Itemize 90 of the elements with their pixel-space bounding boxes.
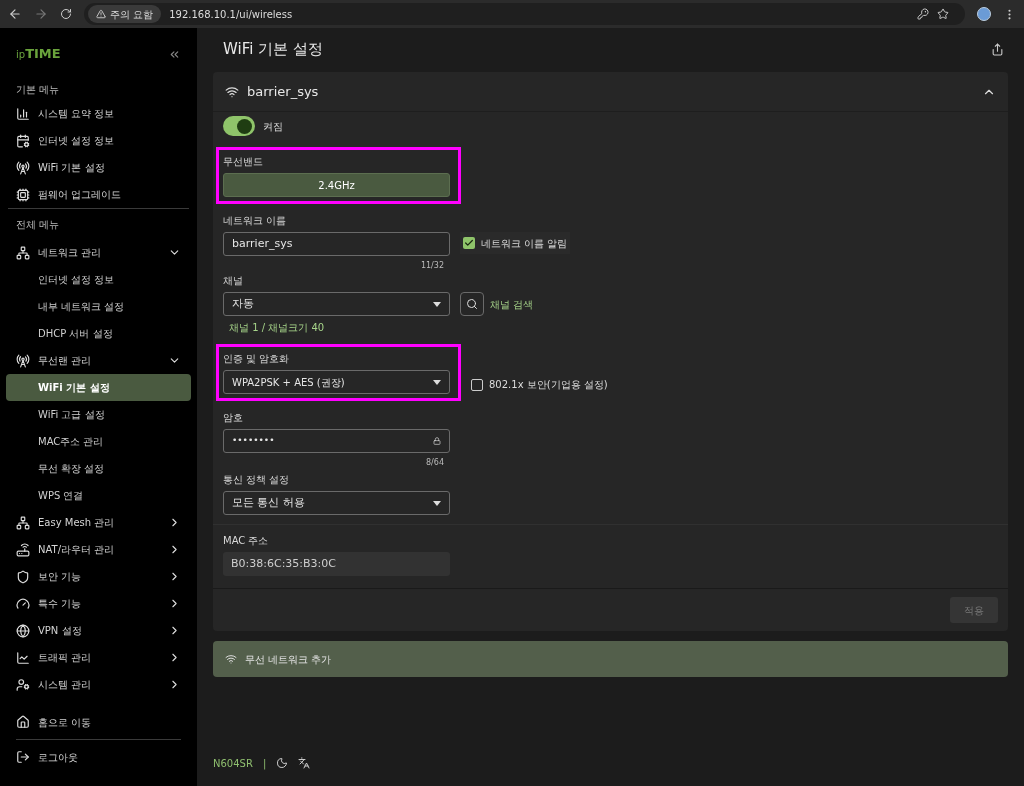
warning-icon xyxy=(96,9,106,19)
sidebar-item[interactable]: 무선랜 관리 xyxy=(0,347,197,374)
dark-mode-icon[interactable] xyxy=(276,757,289,769)
home-icon xyxy=(16,715,30,729)
address-bar[interactable]: 192.168.10.1/ui/wireless xyxy=(169,6,293,22)
sidebar-item[interactable]: 네트워크 관리 xyxy=(0,239,197,266)
sidebar-item[interactable]: 홈으로 이동 xyxy=(0,705,197,739)
reload-icon[interactable] xyxy=(60,8,72,20)
logout-icon xyxy=(16,750,30,764)
chip-icon xyxy=(16,187,30,202)
page-title: WiFi 기본 설정 xyxy=(223,38,323,60)
section-title: 전체 메뉴 xyxy=(15,217,61,232)
dropdown-caret-icon xyxy=(433,500,441,506)
char-counter: 8/64 xyxy=(426,457,444,469)
field-label: 네트워크 이름 xyxy=(223,214,288,228)
sidebar-item[interactable]: Easy Mesh 관리 xyxy=(0,509,197,536)
gauge-icon xyxy=(16,596,30,611)
sidebar-item[interactable]: VPN 설정 xyxy=(0,617,197,644)
select-field[interactable]: WPA2PSK + AES (권장) xyxy=(223,370,450,394)
band-button[interactable]: 2.4GHz xyxy=(223,173,450,197)
sidebar-item[interactable]: 로그아웃 xyxy=(0,740,197,774)
sidebar-item[interactable]: NAT/라우터 관리 xyxy=(0,536,197,563)
router-icon xyxy=(16,542,30,557)
section-title: 기본 메뉴 xyxy=(15,82,61,97)
line-chart-icon xyxy=(16,650,30,665)
switch-label: 켜짐 xyxy=(263,119,283,134)
sidebar-subitem[interactable]: WiFi 고급 설정 xyxy=(0,401,197,428)
sidebar-subitem[interactable]: WPS 연결 xyxy=(0,482,197,509)
checkbox-label: 네트워크 이름 알림 xyxy=(481,236,568,251)
char-counter: 11/32 xyxy=(420,260,445,272)
sidebar-subitem[interactable]: WiFi 기본 설정 xyxy=(6,374,191,401)
field-label: MAC 주소 xyxy=(223,534,270,548)
language-icon[interactable] xyxy=(298,757,311,769)
profile-avatar[interactable] xyxy=(977,7,991,21)
back-icon[interactable] xyxy=(8,7,22,21)
sidebar-item[interactable]: 시스템 관리 xyxy=(0,671,197,698)
separator: | xyxy=(262,756,267,771)
sidebar-item[interactable]: WiFi 기본 설정 xyxy=(0,154,197,181)
network-icon xyxy=(16,245,30,260)
sidebar-item[interactable]: 펌웨어 업그레이드 xyxy=(0,181,197,208)
channel-info: 채널 1 / 채널크기 40 xyxy=(228,321,326,335)
bar-chart-icon xyxy=(16,106,30,121)
field-label: 암호 xyxy=(223,411,244,425)
field-label: 통신 정책 설정 xyxy=(223,473,291,487)
logo: ipTIME xyxy=(16,45,61,64)
network-name: barrier_sys xyxy=(247,82,319,101)
dropdown-caret-icon xyxy=(433,379,441,385)
field-label: 인증 및 암호화 xyxy=(223,352,291,366)
forward-icon[interactable] xyxy=(34,7,48,21)
select-field[interactable]: 모든 통신 허용 xyxy=(223,491,450,515)
sidebar-subitem[interactable]: MAC주소 관리 xyxy=(0,428,197,455)
key-icon[interactable] xyxy=(917,8,929,20)
network-name-field[interactable]: barrier_sys xyxy=(223,232,450,256)
search-icon xyxy=(466,298,478,310)
sidebar-subitem[interactable]: 무선 확장 설정 xyxy=(0,455,197,482)
checkbox-label: 802.1x 보안(기업용 설정) xyxy=(489,378,608,392)
sidebar-item[interactable]: 시스템 요약 정보 xyxy=(0,100,197,127)
lock-icon xyxy=(433,437,441,445)
shield-icon xyxy=(16,569,30,584)
channel-search-link[interactable]: 채널 검색 xyxy=(490,296,534,312)
mac-address-field: B0:38:6C:35:B3:0C xyxy=(223,552,450,576)
field-label: 무선밴드 xyxy=(223,155,264,169)
sidebar-subitem[interactable]: 인터넷 설정 정보 xyxy=(0,266,197,293)
select-field[interactable]: 자동 xyxy=(223,292,450,316)
sidebar-item[interactable]: 특수 기능 xyxy=(0,590,197,617)
sidebar-subitem[interactable]: 내부 네트워크 설정 xyxy=(0,293,197,320)
power-switch[interactable] xyxy=(223,116,255,136)
calendar-icon xyxy=(16,133,30,148)
search-button[interactable] xyxy=(460,292,484,316)
user-icon xyxy=(16,677,30,692)
password-field[interactable]: •••••••• xyxy=(223,429,450,453)
wifi-icon xyxy=(225,84,239,99)
sidebar-item[interactable]: 인터넷 설정 정보 xyxy=(0,127,197,154)
checkbox[interactable] xyxy=(463,237,475,249)
wifi-icon xyxy=(225,653,237,665)
checkbox[interactable] xyxy=(471,378,483,391)
field-label: 채널 xyxy=(223,274,244,288)
add-network-bar[interactable]: 무선 네트워크 추가 xyxy=(213,641,1008,677)
antenna-icon xyxy=(16,160,30,175)
globe-icon xyxy=(16,623,30,638)
dropdown-caret-icon xyxy=(433,301,441,307)
sidebar-item[interactable]: 트래픽 관리 xyxy=(0,644,197,671)
security-warning-chip[interactable]: 주의 요함 xyxy=(88,5,162,23)
sidebar-item[interactable]: 보안 기능 xyxy=(0,563,197,590)
mesh-icon xyxy=(16,515,30,530)
model-name: N604SR xyxy=(213,756,253,771)
export-icon[interactable] xyxy=(991,42,1004,56)
bookmark-star-icon[interactable] xyxy=(937,8,949,20)
sidebar-subitem[interactable]: DHCP 서버 설정 xyxy=(0,320,197,347)
antenna-icon xyxy=(16,353,30,368)
